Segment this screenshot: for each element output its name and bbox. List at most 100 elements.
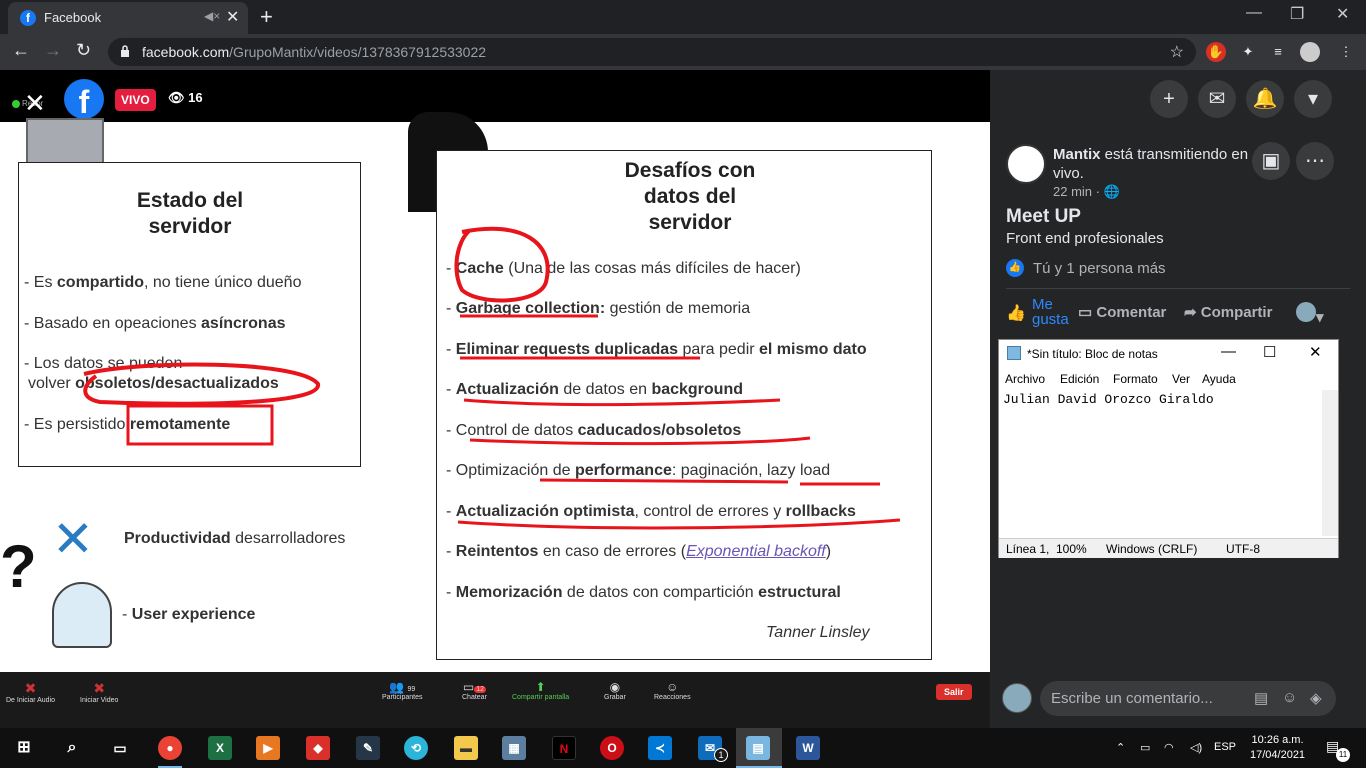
mute-audio-button[interactable]: ✖ De Iniciar Audio <box>6 680 55 704</box>
excel-icon[interactable]: X <box>208 736 232 760</box>
wifi-icon[interactable]: ◠ <box>1164 741 1174 754</box>
gif-icon[interactable]: ◈ <box>1310 689 1322 707</box>
notepad-text-area[interactable]: Julian David Orozco Giraldo <box>1003 392 1214 407</box>
emoji-icon[interactable]: ☺ <box>1282 689 1297 706</box>
teamviewer-icon[interactable]: ⟲ <box>404 736 428 760</box>
live-video-player[interactable]: Recor ✕ f VIVO 👁 16 Estado del servidor … <box>0 70 990 728</box>
start-video-button[interactable]: ✖ Iniciar Video <box>80 680 118 704</box>
close-tab-icon[interactable]: ✕ <box>226 7 239 27</box>
shared-slide: Estado del servidor - Es compartido, no … <box>0 112 990 672</box>
more-options-icon[interactable]: ⋯ <box>1296 142 1334 180</box>
live-badge: VIVO <box>115 89 156 111</box>
post-time: 22 min · 🌐 <box>1053 184 1120 199</box>
status-line: Línea 1, <box>1006 542 1050 556</box>
notification-badge: 11 <box>1336 748 1350 762</box>
tab-facebook[interactable]: f Facebook ◀× ✕ <box>8 2 248 34</box>
bookmark-star-icon[interactable]: ☆ <box>1170 42 1184 62</box>
comment-placeholder: Escribe un comentario... <box>1051 690 1213 707</box>
like-reaction-icon: 👍 <box>1006 259 1024 277</box>
windows-start-icon[interactable]: ⊞ <box>12 736 36 760</box>
notepad-close-icon[interactable]: ✕ <box>1309 343 1322 361</box>
lock-icon <box>121 45 129 57</box>
create-plus-icon[interactable]: + <box>1150 80 1188 118</box>
address-bar[interactable]: facebook.com/GrupoMantix/videos/13783679… <box>108 38 1196 66</box>
notepad-title: *Sin título: Bloc de notas <box>1027 347 1158 361</box>
notepad-scrollbar[interactable] <box>1322 390 1338 536</box>
share-button[interactable]: ➦ Compartir <box>1184 303 1272 321</box>
reactions-button[interactable]: ☺ Reacciones <box>654 680 691 701</box>
post-subtitle: Front end profesionales <box>1006 230 1164 247</box>
mail-badge: 1 <box>714 748 728 762</box>
restore-window-icon[interactable]: ❐ <box>1290 4 1304 24</box>
account-menu-chevron-icon[interactable]: ▾ <box>1294 80 1332 118</box>
task-view-icon[interactable]: ▭ <box>108 736 132 760</box>
tray-chevron-icon[interactable]: ⌃ <box>1116 741 1125 754</box>
notepad-icon <box>1007 346 1021 360</box>
page-avatar[interactable] <box>1006 144 1046 184</box>
reload-icon[interactable]: ↻ <box>76 40 91 61</box>
opera-icon[interactable]: O <box>600 736 624 760</box>
eye-icon: 👁 <box>168 90 185 105</box>
profile-avatar-icon[interactable] <box>1300 42 1320 62</box>
close-video-icon[interactable]: ✕ <box>24 88 46 119</box>
red-annotations <box>83 226 901 530</box>
save-video-icon[interactable]: ▣ <box>1252 142 1290 180</box>
participants-button[interactable]: 👥 99 Participantes <box>382 680 422 701</box>
facebook-logo-icon[interactable]: f <box>64 79 104 120</box>
comment-input[interactable]: Escribe un comentario... ▤ ☺ ◈ <box>1040 681 1336 716</box>
record-button[interactable]: ◉ Grabar <box>604 680 626 701</box>
adblock-extension-icon[interactable]: ✋ <box>1206 42 1226 62</box>
menu-edicion[interactable]: Edición <box>1060 372 1099 386</box>
leave-meeting-button[interactable]: Salir <box>936 684 972 700</box>
notepad-taskbar-icon[interactable]: ▤ <box>746 736 770 760</box>
chrome-icon[interactable]: ● <box>158 736 182 760</box>
comment-bubble-icon: ▭ <box>1078 304 1093 321</box>
speaker-muted-icon[interactable]: ◀× <box>204 9 220 23</box>
notepad-window[interactable]: *Sin título: Bloc de notas — ☐ ✕ Archivo… <box>998 339 1339 558</box>
post-author[interactable]: Mantix <box>1053 146 1101 163</box>
extensions-puzzle-icon[interactable]: ✦ <box>1238 42 1258 62</box>
system-clock[interactable]: 10:26 a.m. 17/04/2021 <box>1250 733 1305 763</box>
back-arrow-icon[interactable]: ← <box>12 40 30 61</box>
windows-taskbar: ⊞ ⌕ ▭ ● X ▶ ◆ ✎ ⟲ ▬ ▦ N O ≺ ✉ 1 ▤ W ⌃ ▭ … <box>0 728 1366 768</box>
zoom-meeting-controls: ✖ De Iniciar Audio ✖ Iniciar Video 👥 99 … <box>0 672 990 728</box>
notepad-maximize-icon[interactable]: ☐ <box>1263 343 1276 361</box>
media-playlist-icon[interactable]: ≡ <box>1268 42 1288 62</box>
battery-icon[interactable]: ▭ <box>1140 741 1150 754</box>
volume-icon[interactable]: ◁) <box>1190 741 1202 754</box>
editor-app-icon[interactable]: ✎ <box>356 736 380 760</box>
reaction-smiley-icon: ☺ <box>666 680 679 694</box>
menu-formato[interactable]: Formato <box>1113 372 1158 386</box>
forward-arrow-icon[interactable]: → <box>44 40 62 61</box>
new-tab-button[interactable]: + <box>260 4 273 30</box>
search-icon[interactable]: ⌕ <box>60 736 84 760</box>
close-window-icon[interactable]: ✕ <box>1336 4 1349 24</box>
divider <box>1006 288 1350 289</box>
chevron-down-icon: ▾ <box>1316 309 1324 326</box>
status-zoom: 100% <box>1056 542 1087 556</box>
share-screen-button[interactable]: ⬆ Compartir pantalla <box>512 680 569 701</box>
vscode-icon[interactable]: ≺ <box>648 736 672 760</box>
chrome-menu-icon[interactable]: ⋮ <box>1336 42 1356 62</box>
minimize-window-icon[interactable]: — <box>1246 4 1262 22</box>
viewer-count-value: 16 <box>188 90 203 105</box>
profile-mini-avatar <box>1296 302 1316 322</box>
word-icon[interactable]: W <box>796 736 820 760</box>
messenger-icon[interactable]: ✉ <box>1198 80 1236 118</box>
reaction-profile-selector[interactable]: ▾ <box>1296 302 1324 326</box>
netflix-icon[interactable]: N <box>552 736 576 760</box>
media-player-icon[interactable]: ▶ <box>256 736 280 760</box>
language-indicator[interactable]: ESP <box>1214 741 1236 753</box>
anydesk-icon[interactable]: ◆ <box>306 736 330 760</box>
file-explorer-icon[interactable]: ▬ <box>454 736 478 760</box>
notifications-bell-icon[interactable]: 🔔 <box>1246 80 1284 118</box>
menu-archivo[interactable]: Archivo <box>1005 372 1045 386</box>
menu-ver[interactable]: Ver <box>1172 372 1190 386</box>
reaction-summary[interactable]: Tú y 1 persona más <box>1033 260 1166 277</box>
network-app-icon[interactable]: ▦ <box>502 736 526 760</box>
sticker-icon[interactable]: ▤ <box>1254 689 1268 707</box>
notepad-minimize-icon[interactable]: — <box>1221 343 1236 360</box>
menu-ayuda[interactable]: Ayuda <box>1202 372 1236 386</box>
chat-button[interactable]: ▭ 12 Chatear <box>462 680 487 701</box>
comment-button[interactable]: ▭ Comentar <box>1078 303 1166 321</box>
